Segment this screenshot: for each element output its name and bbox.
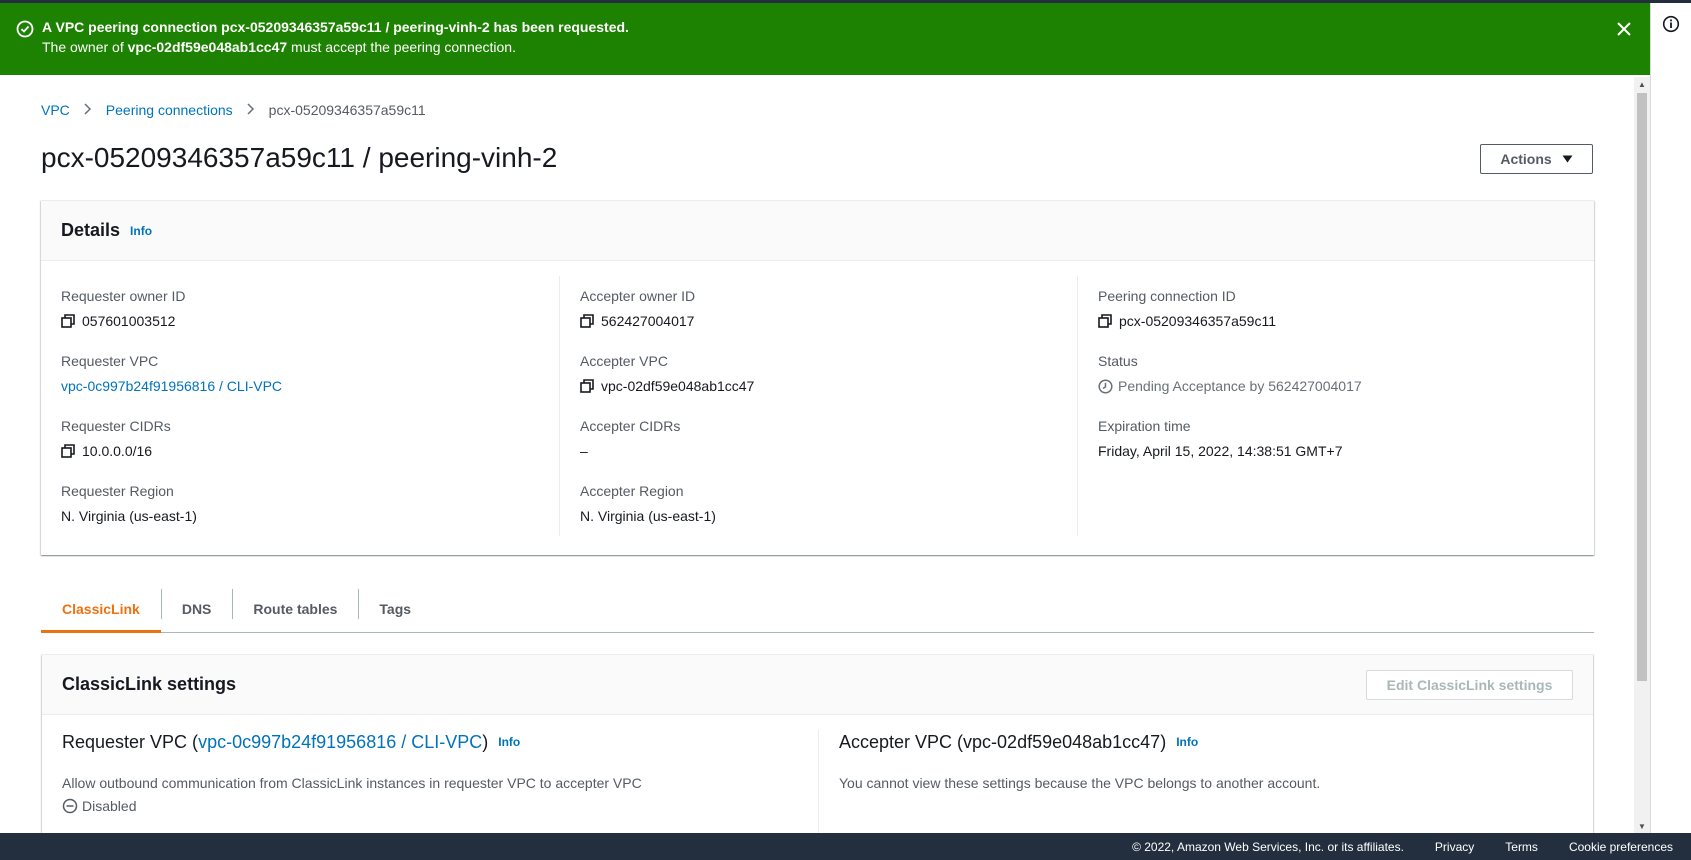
help-panel-strip	[1650, 3, 1691, 833]
classiclink-requester-status: Disabled	[62, 798, 818, 814]
tab-tags[interactable]: Tags	[358, 585, 432, 632]
details-container: Details Info Requester owner ID 05760100…	[41, 200, 1594, 555]
accepter-vpc-label: Accepter VPC	[580, 353, 668, 369]
details-column-accepter: Accepter owner ID 562427004017 Accepter …	[559, 276, 1077, 536]
classiclink-requester-vpc-link[interactable]: vpc-0c997b24f91956816 / CLI-VPC	[198, 730, 482, 754]
scroll-up-arrow-icon[interactable]: ▲	[1634, 77, 1650, 91]
classiclink-header: ClassicLink settings Edit ClassicLink se…	[42, 655, 1593, 715]
classiclink-accepter-info-link[interactable]: Info	[1176, 730, 1198, 754]
requester-region-value: N. Virginia (us-east-1)	[61, 508, 197, 524]
classiclink-requester-description: Allow outbound communication from Classi…	[62, 775, 642, 791]
flash-line-1: A VPC peering connection pcx-05209346357…	[42, 19, 629, 35]
accepter-cidrs-label: Accepter CIDRs	[580, 418, 681, 434]
flash-line-2-suffix: must accept the peering connection.	[287, 39, 516, 55]
requester-owner-id-label: Requester owner ID	[61, 288, 186, 304]
tab-classiclink[interactable]: ClassicLink	[41, 585, 161, 633]
expiration-time-value: Friday, April 15, 2022, 14:38:51 GMT+7	[1098, 443, 1343, 459]
accepter-vpc-value: vpc-02df59e048ab1cc47	[601, 378, 755, 394]
classiclink-accepter-column: Accepter VPC (vpc-02df59e048ab1cc47) Inf…	[818, 730, 1593, 850]
classiclink-requester-info-link[interactable]: Info	[498, 730, 520, 754]
scroll-thumb[interactable]	[1637, 93, 1647, 681]
breadcrumb: VPC Peering connections pcx-05209346357a…	[41, 100, 426, 120]
details-info-link[interactable]: Info	[130, 224, 152, 238]
details-header: Details Info	[41, 201, 1594, 261]
flash-vpc-id: vpc-02df59e048ab1cc47	[127, 39, 288, 55]
peering-connection-id-label: Peering connection ID	[1098, 288, 1236, 304]
requester-owner-id-value: 057601003512	[82, 313, 176, 329]
details-column-connection: Peering connection ID pcx-05209346357a59…	[1077, 276, 1594, 536]
close-icon	[1617, 22, 1631, 36]
details-title: Details	[61, 220, 121, 240]
footer-cookie-preferences-link[interactable]: Cookie preferences	[1569, 840, 1673, 854]
copy-icon[interactable]	[580, 314, 594, 328]
flash-line-2-prefix: The owner of	[42, 39, 128, 55]
details-column-requester: Requester owner ID 057601003512 Requeste…	[41, 276, 559, 536]
accepter-owner-id-value: 562427004017	[601, 313, 695, 329]
chevron-right-icon	[84, 100, 92, 120]
accepter-region-label: Accepter Region	[580, 483, 684, 499]
success-flash-banner: A VPC peering connection pcx-05209346357…	[0, 3, 1650, 75]
copy-icon[interactable]	[1098, 314, 1112, 328]
requester-cidrs-label: Requester CIDRs	[61, 418, 171, 434]
classiclink-accepter-heading: Accepter VPC (vpc-02df59e048ab1cc47) Inf…	[839, 730, 1593, 754]
breadcrumb-peering-connections-link[interactable]: Peering connections	[106, 100, 233, 120]
tab-dns[interactable]: DNS	[160, 585, 233, 632]
status-label: Status	[1098, 353, 1138, 369]
page-title: pcx-05209346357a59c11 / peering-vinh-2	[41, 142, 558, 173]
classiclink-accepter-description: You cannot view these settings because t…	[839, 775, 1321, 791]
status-value: Pending Acceptance by 562427004017	[1118, 378, 1362, 394]
requester-cidrs-value: 10.0.0.0/16	[82, 443, 153, 459]
requester-region-label: Requester Region	[61, 483, 174, 499]
classiclink-settings-container: ClassicLink settings Edit ClassicLink se…	[42, 654, 1593, 850]
copy-icon[interactable]	[580, 379, 594, 393]
copy-icon[interactable]	[61, 314, 75, 328]
actions-button-label: Actions	[1500, 151, 1552, 167]
classiclink-requester-state: Disabled	[82, 798, 137, 814]
expiration-time-label: Expiration time	[1098, 418, 1191, 434]
chevron-right-icon	[247, 100, 255, 120]
classiclink-requester-heading: Requester VPC (vpc-0c997b24f91956816 / C…	[62, 730, 818, 754]
footer-privacy-link[interactable]: Privacy	[1435, 840, 1474, 854]
actions-button[interactable]: Actions	[1480, 144, 1593, 174]
peering-connection-id-value: pcx-05209346357a59c11	[1119, 313, 1276, 329]
requester-vpc-link[interactable]: vpc-0c997b24f91956816 / CLI-VPC	[61, 377, 559, 395]
caret-down-icon	[1562, 155, 1573, 163]
vertical-scrollbar[interactable]: ▲ ▼	[1634, 77, 1650, 833]
accepter-owner-id-label: Accepter owner ID	[580, 288, 696, 304]
flash-message: A VPC peering connection pcx-05209346357…	[42, 17, 629, 57]
disabled-status-icon	[62, 798, 78, 814]
edit-classiclink-settings-button[interactable]: Edit ClassicLink settings	[1366, 670, 1573, 700]
tab-list: ClassicLink DNS Route tables Tags	[41, 585, 1594, 633]
footer-copyright: © 2022, Amazon Web Services, Inc. or its…	[1132, 839, 1404, 854]
classiclink-title: ClassicLink settings	[62, 674, 237, 694]
clock-icon	[1098, 378, 1113, 394]
classiclink-requester-column: Requester VPC (vpc-0c997b24f91956816 / C…	[42, 730, 818, 850]
requester-heading-prefix: Requester VPC (	[62, 732, 199, 752]
success-check-icon	[16, 20, 34, 38]
accepter-region-value: N. Virginia (us-east-1)	[580, 508, 716, 524]
copy-icon[interactable]	[61, 444, 75, 458]
help-info-icon[interactable]	[1662, 15, 1680, 33]
console-footer: © 2022, Amazon Web Services, Inc. or its…	[0, 833, 1691, 860]
breadcrumb-current: pcx-05209346357a59c11	[268, 102, 426, 118]
accepter-cidrs-value: –	[580, 443, 588, 459]
requester-heading-suffix: )	[482, 732, 489, 752]
breadcrumb-vpc-link[interactable]: VPC	[41, 100, 70, 120]
footer-terms-link[interactable]: Terms	[1505, 840, 1538, 854]
scroll-down-arrow-icon[interactable]: ▼	[1634, 819, 1650, 833]
flash-close-button[interactable]	[1612, 17, 1636, 41]
accepter-heading-text: Accepter VPC (vpc-02df59e048ab1cc47)	[839, 732, 1167, 752]
tab-route-tables[interactable]: Route tables	[232, 585, 358, 632]
requester-vpc-label: Requester VPC	[61, 353, 159, 369]
